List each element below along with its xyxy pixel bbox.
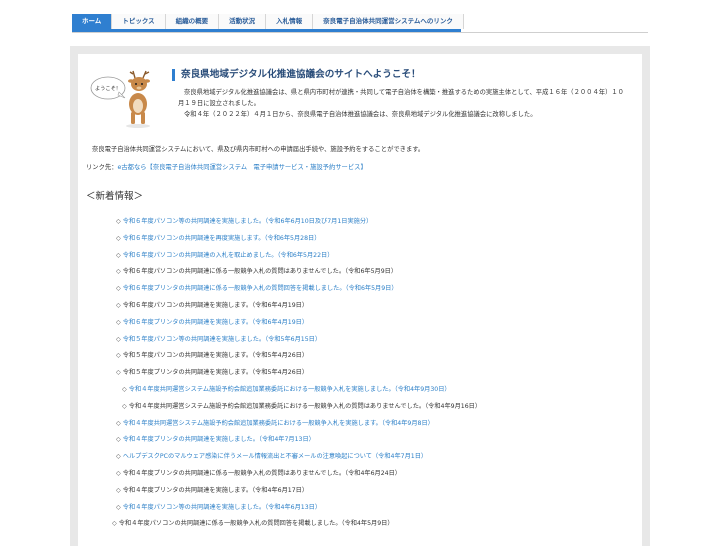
link-prefix: リンク先： — [86, 164, 118, 171]
news-item: ◇ 令和４年度プリンタの共同調達に係る一般競争入札の質問はありませんでした。（令和… — [116, 468, 401, 480]
main-content: ようこそ！ 奈良県地域デジタル化推進協議会のサイトへようこそ！ 奈良県地域デジタ… — [78, 54, 642, 554]
news-item[interactable]: ◇ 令和６年度プリンタの共同調達に係る一般競争入札の質問回答を掲載しました。（令和… — [116, 283, 398, 295]
news-text: 令和６年度パソコンの共同調達を実施します。（令和6年4月19日） — [122, 302, 309, 309]
diamond-bullet-icon: ◇ — [116, 335, 121, 343]
diamond-bullet-icon: ◇ — [116, 436, 121, 444]
nav-item-0[interactable]: ホーム — [72, 14, 113, 29]
diamond-bullet-icon: ◇ — [116, 285, 121, 293]
diamond-bullet-icon: ◇ — [116, 218, 121, 225]
intro-paragraph-2: 令和４年（２０２２年）４月１日から、奈良県電子自治体推進協議会は、奈良県地域デジ… — [184, 111, 537, 119]
system-link-line: リンク先：e古都なら【奈良電子自治体共同運営システム 電子申請サービス・施設予約… — [86, 162, 367, 171]
top-nav-bar: ホーム トピックス 組織の概要 活動状況 入札情報 奈良電子自治体共同運営システムへのリン… — [72, 14, 648, 33]
news-item[interactable]: ◇ 令和５年度パソコン等の共同調達を実施しました。（令和5年6月15日） — [116, 334, 321, 346]
news-item[interactable]: ◇ 令和６年度パソコンの共同調達の入札を取止めました。（令和6年5月22日） — [116, 250, 333, 262]
news-link[interactable]: 令和４年度パソコン等の共同調達を実施しました。（令和4年6月13日） — [123, 504, 321, 511]
nav-underline — [72, 29, 461, 32]
diamond-bullet-icon: ◇ — [122, 386, 127, 393]
news-heading: ＜新着情報＞ — [86, 191, 144, 202]
news-item: ◇ 令和６年度パソコンの共同調達に係る一般競争入札の質問はありませんでした。（令和… — [116, 266, 397, 278]
news-link[interactable]: 令和６年度パソコンの共同調達の入札を取止めました。（令和6年5月22日） — [123, 252, 334, 259]
news-text: 令和６年度パソコンの共同調達に係る一般競争入札の質問はありませんでした。（令和6… — [122, 268, 398, 276]
news-link[interactable]: 令和６年度パソコンの共同調達を再度実施します。（令和6年5月28日） — [123, 235, 321, 242]
news-item[interactable]: ◇ 令和６年度プリンタの共同調達を実施します。（令和6年4月19日） — [116, 317, 308, 329]
diamond-bullet-icon: ◇ — [116, 453, 121, 461]
nav-item-4[interactable]: 入札情報 — [266, 14, 314, 29]
news-item: ◇ 令和４年度プリンタの共同調達を実施します。（令和4年6月17日） — [116, 485, 308, 497]
news-text: 令和４年度パソコンの共同調達に係る一般競争入札の質問回答を掲載しました。（令和4… — [118, 520, 394, 528]
news-item[interactable]: ◇ 令和４年度プリンタの共同調達を実施しました。（令和4年7月13日） — [116, 434, 315, 446]
news-item[interactable]: ◇ 令和６年度パソコン等の共同調達を実施しました。（令和6年6月10日及び7月1日… — [116, 216, 372, 228]
mascot-speech-text: ようこそ！ — [95, 85, 121, 92]
nav-item-5[interactable]: 奈良電子自治体共同運営システムへのリンク — [313, 14, 464, 29]
news-item[interactable]: ◇ 令和６年度パソコンの共同調達を再度実施します。（令和6年5月28日） — [116, 233, 320, 245]
diamond-bullet-icon: ◇ — [116, 369, 121, 377]
news-item: ◇ 令和４年度パソコンの共同調達に係る一般競争入札の質問回答を掲載しました。（令和… — [112, 518, 394, 530]
news-link[interactable]: 令和６年度プリンタの共同調達に係る一般競争入札の質問回答を掲載しました。（令和6… — [123, 285, 398, 292]
intro-paragraph-1: 奈良県地域デジタル化推進協議会は、県と県内市町村が連携・共同して電子自治体を構築… — [178, 89, 624, 107]
news-item: ◇ 令和６年度パソコンの共同調達を実施します。（令和6年4月19日） — [116, 300, 308, 312]
diamond-bullet-icon: ◇ — [116, 268, 121, 276]
news-text: 令和５年度パソコンの共同調達を実施します。（令和5年4月26日） — [122, 352, 309, 360]
news-item[interactable]: ◇ 令和４年度共同運営システム施設予約会館追加業務委託における一般競争入札を実施し… — [122, 384, 451, 396]
news-link[interactable]: 令和４年度共同運営システム施設予約会館追加業務委託における一般競争入札を実施しま… — [129, 386, 451, 393]
news-link[interactable]: 令和４年度共同運営システム施設予約会館追加業務委託における一般競争入札を実施しま… — [123, 420, 434, 427]
diamond-bullet-icon: ◇ — [116, 470, 121, 477]
news-link[interactable]: 令和６年度プリンタの共同調達を実施します。（令和6年4月19日） — [123, 319, 308, 326]
intro-text: 奈良県地域デジタル化推進協議会は、県と県内市町村が連携・共同して電子自治体を構築… — [178, 88, 628, 121]
news-item[interactable]: ◇ ヘルプデスクPCのマルウェア感染に伴うメール情報流出と不審メールの注意喚起につ… — [116, 451, 427, 463]
news-item: ◇ 令和５年度パソコンの共同調達を実施します。（令和5年4月26日） — [116, 350, 308, 362]
news-link[interactable]: 令和６年度パソコン等の共同調達を実施しました。（令和6年6月10日及び7月1日実… — [123, 218, 372, 225]
diamond-bullet-icon: ◇ — [112, 520, 117, 528]
nav-item-3[interactable]: 活動状況 — [219, 14, 267, 29]
diamond-bullet-icon: ◇ — [116, 352, 121, 360]
welcome-title: 奈良県地域デジタル化推進協議会のサイトへようこそ！ — [172, 69, 421, 81]
news-link[interactable]: 令和４年度プリンタの共同調達を実施しました。（令和4年7月13日） — [123, 436, 315, 443]
diamond-bullet-icon: ◇ — [116, 419, 121, 427]
diamond-bullet-icon: ◇ — [116, 251, 121, 259]
news-item[interactable]: ◇ 令和４年度パソコン等の共同調達を実施しました。（令和4年6月13日） — [116, 502, 321, 514]
deer-mascot-icon: ようこそ！ — [90, 70, 150, 128]
diamond-bullet-icon: ◇ — [116, 302, 121, 309]
diamond-bullet-icon: ◇ — [116, 486, 121, 494]
system-description: 奈良電子自治体共同運営システムにおいて、県及び県内市町村への申請届出手続や、施設… — [92, 146, 425, 153]
news-item: ◇ 令和５年度プリンタの共同調達を実施します。（令和5年4月26日） — [116, 367, 308, 379]
diamond-bullet-icon: ◇ — [116, 503, 121, 511]
diamond-bullet-icon: ◇ — [122, 402, 127, 410]
ekotonara-link[interactable]: e古都なら【奈良電子自治体共同運営システム 電子申請サービス・施設予約サービス】 — [117, 164, 366, 171]
news-text: 令和５年度プリンタの共同調達を実施します。（令和5年4月26日） — [122, 369, 309, 377]
nav-item-2[interactable]: 組織の概要 — [165, 14, 220, 29]
diamond-bullet-icon: ◇ — [116, 234, 121, 242]
nav-item-1[interactable]: トピックス — [112, 14, 166, 29]
news-item[interactable]: ◇ 令和４年度共同運営システム施設予約会館追加業務委託における一般競争入札を実施し… — [116, 418, 434, 430]
news-text: 令和４年度プリンタの共同調達に係る一般競争入札の質問はありませんでした。（令和4… — [122, 470, 401, 477]
news-link[interactable]: ヘルプデスクPCのマルウェア感染に伴うメール情報流出と不審メールの注意喚起につい… — [123, 453, 427, 460]
news-item: ◇ 令和４年度共同運営システム施設予約会館追加業務委託における一般競争入札の質問は… — [122, 401, 481, 413]
diamond-bullet-icon: ◇ — [116, 318, 121, 326]
news-text: 令和４年度共同運営システム施設予約会館追加業務委託における一般競争入札の質問はあ… — [128, 402, 482, 410]
content-frame: ようこそ！ 奈良県地域デジタル化推進協議会のサイトへようこそ！ 奈良県地域デジタ… — [70, 46, 650, 554]
news-link[interactable]: 令和５年度パソコン等の共同調達を実施しました。（令和5年6月15日） — [123, 336, 321, 343]
news-text: 令和４年度プリンタの共同調達を実施します。（令和4年6月17日） — [122, 486, 309, 494]
